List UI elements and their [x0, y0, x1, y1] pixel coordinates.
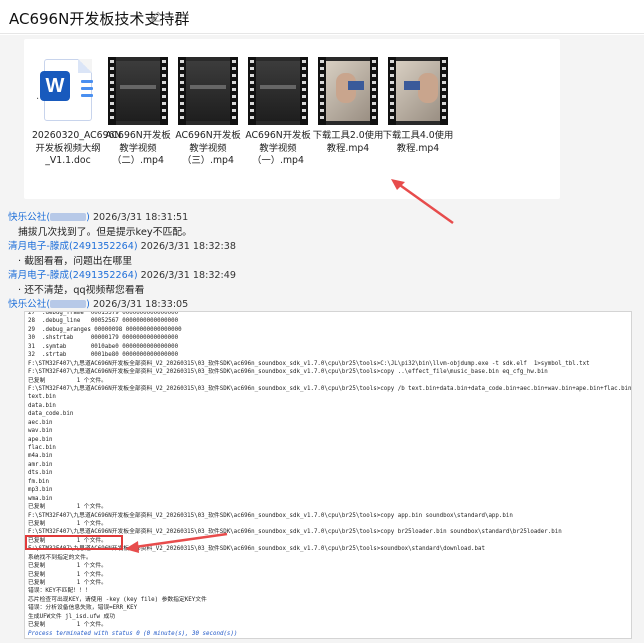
chat-header: AC696N开发板技术支持群	[0, 0, 644, 34]
red-arrow-annotation	[125, 532, 228, 553]
file-item[interactable]: AC696N开发板教学视频（二）.mp4	[102, 57, 174, 168]
log-line: F:\STM32F407\九思道AC696N开发板全部资料_V2_2026031…	[28, 385, 632, 392]
log-line: mp3.bin	[28, 487, 53, 494]
log-line: 已复制 1 个文件。	[28, 520, 107, 527]
log-line: 31 .symtab 0010abe0 0000000000000000	[28, 343, 179, 350]
log-line: text.bin	[28, 394, 56, 401]
chat-area: · W 20260320_AC696N开发板视频大纲_V1.1.doc AC69…	[0, 35, 644, 643]
video-thumbnail	[388, 57, 448, 125]
log-line: 系统找不到指定的文件。	[28, 554, 92, 561]
message-text: · 截图看看，问题出在哪里	[18, 256, 132, 267]
masked-qq	[50, 213, 87, 221]
file-share-card: · W 20260320_AC696N开发板视频大纲_V1.1.doc AC69…	[24, 39, 560, 225]
video-thumbnail	[248, 57, 308, 125]
log-line: 已复制 1 个文件。	[28, 622, 107, 629]
message-header: 快乐公社() 2026/3/31 18:33:05	[8, 299, 189, 310]
log-line: F:\STM32F407\九思道AC696N开发板全部资料_V2_2026031…	[28, 360, 590, 367]
log-line: 32 .strtab 0001be80 0000000000000000	[28, 352, 179, 359]
log-line: ape.bin	[28, 436, 53, 443]
log-line: 错误：KEY不匹配！！！	[28, 588, 91, 595]
log-line: aec.bin	[28, 419, 53, 426]
masked-qq	[50, 300, 87, 308]
message-header: 清月电子-滕成(2491352264) 2026/3/31 18:32:38	[8, 241, 236, 252]
log-line: 30 .shstrtab 00000179 0000000000000000	[28, 335, 179, 342]
red-highlight-box	[25, 535, 123, 550]
log-line: 已复制 1 个文件。	[28, 377, 107, 384]
file-item[interactable]: 下载工具4.0使用教程.mp4	[382, 57, 454, 155]
file-name: 下载工具4.0使用教程.mp4	[382, 130, 454, 154]
log-line: 28 .debug_line 00052567 0000000000000000	[28, 318, 179, 325]
message-header: 快乐公社() 2026/3/31 18:31:51	[8, 212, 189, 223]
log-line: m4a.bin	[28, 453, 53, 460]
build-log-screenshot[interactable]: 27 .debug_frame 00015579 000000000000000…	[24, 311, 632, 639]
message-text: 捕拔几次找到了。但是提示key不匹配。	[18, 227, 192, 238]
sender-name[interactable]: 快乐公社(	[8, 299, 50, 310]
log-line: wma.bin	[28, 495, 53, 502]
log-line: 错误：分析设备信息失败，错误=ERR_KEY	[28, 605, 138, 612]
sender-name[interactable]: 清月电子-滕成(	[8, 270, 73, 281]
video-thumbnail	[178, 57, 238, 125]
log-line: flac.bin	[28, 445, 56, 451]
word-icon: W	[38, 57, 98, 125]
log-line: Process terminated with status 0 (0 minu…	[28, 630, 238, 637]
message-time: 2026/3/31 18:31:51	[92, 212, 189, 223]
video-thumbnail	[318, 57, 378, 125]
message-time: 2026/3/31 18:33:05	[92, 299, 189, 310]
message-header: 清月电子-滕成(2491352264) 2026/3/31 18:32:49	[8, 270, 236, 281]
log-line: 已复制 1 个文件。	[28, 563, 107, 570]
log-line: 生成UFW文件 jl_isd.ufw 成功	[28, 613, 116, 620]
log-line: 0 error(s), 0 warning(s) (0 minute(s), 3…	[28, 638, 632, 639]
log-line: 29 .debug_aranges 00000098 0000000000000…	[28, 326, 182, 333]
log-line: F:\STM32F407\九思道AC696N开发板全部资料_V2_2026031…	[28, 512, 513, 519]
sender-name[interactable]: 快乐公社(	[8, 212, 50, 223]
file-item[interactable]: AC696N开发板教学视频（三）.mp4	[172, 57, 244, 168]
message-text: · 还不清楚，qq视频帮您看看	[18, 285, 145, 296]
log-line: 芯片检查可出现KEY，请使用 -key (key file) 参数指定KEY文件	[28, 596, 207, 603]
file-name: 20260320_AC696N开发板视频大纲_V1.1.doc	[32, 130, 122, 166]
log-line: 已复制 1 个文件。	[28, 580, 107, 586]
file-item[interactable]: 下载工具2.0使用教程.mp4	[312, 57, 384, 155]
log-line: amr.bin	[28, 461, 53, 468]
file-item[interactable]: AC696N开发板教学视频（一）.mp4	[242, 57, 314, 168]
log-line: wav.bin	[28, 428, 53, 435]
log-line: dts.bin	[28, 470, 53, 477]
file-name: 下载工具2.0使用教程.mp4	[312, 130, 384, 154]
log-line: F:\STM32F407\九思道AC696N开发板全部资料_V2_2026031…	[28, 369, 548, 376]
log-line: data_code.bin	[28, 411, 74, 418]
message-time: 2026/3/31 18:32:49	[140, 270, 236, 281]
red-arrow-annotation	[391, 179, 454, 225]
log-line: 已复制 1 个文件。	[28, 504, 107, 511]
edit-icon[interactable]	[150, 10, 162, 22]
log-line: 已复制 1 个文件。	[28, 571, 107, 578]
qq-number[interactable]: 2491352264	[73, 270, 134, 281]
qq-number[interactable]: 2491352264	[73, 241, 134, 252]
video-thumbnail	[108, 57, 168, 125]
build-log-lines: 27 .debug_frame 00015579 000000000000000…	[28, 312, 632, 639]
log-line: fm.bin	[28, 478, 49, 485]
file-name: AC696N开发板教学视频（一）.mp4	[245, 130, 311, 166]
file-name: AC696N开发板教学视频（三）.mp4	[175, 130, 241, 166]
sender-name[interactable]: 清月电子-滕成(	[8, 241, 73, 252]
message-time: 2026/3/31 18:32:38	[140, 241, 236, 252]
file-item[interactable]: W 20260320_AC696N开发板视频大纲_V1.1.doc	[32, 57, 122, 168]
group-title: AC696N开发板技术支持群	[9, 10, 190, 28]
file-name: AC696N开发板教学视频（二）.mp4	[105, 130, 171, 166]
log-line: data.bin	[28, 402, 56, 409]
